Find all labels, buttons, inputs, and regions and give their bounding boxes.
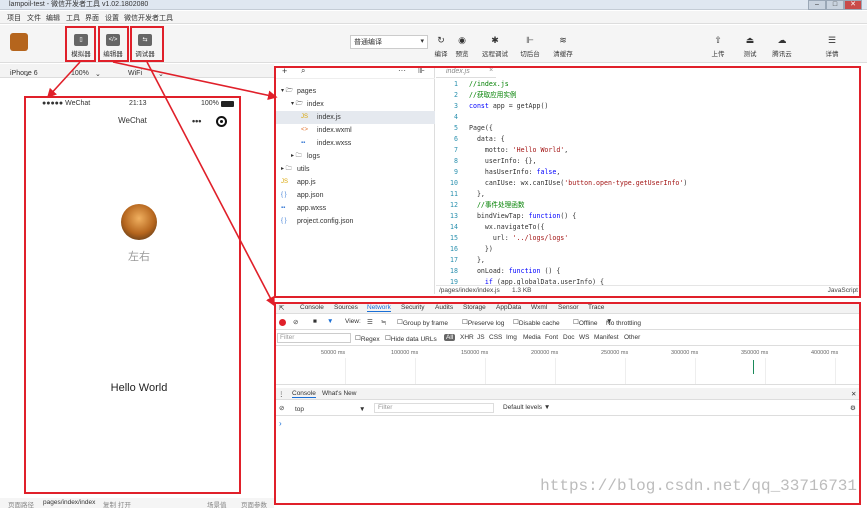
arrow-to-devtools xyxy=(146,61,275,307)
annotation-arrows xyxy=(46,61,278,307)
watermark: https://blog.csdn.net/qq_33716731 xyxy=(540,477,857,495)
arrow-to-editor xyxy=(112,61,278,101)
arrow-to-simulator xyxy=(46,61,81,99)
